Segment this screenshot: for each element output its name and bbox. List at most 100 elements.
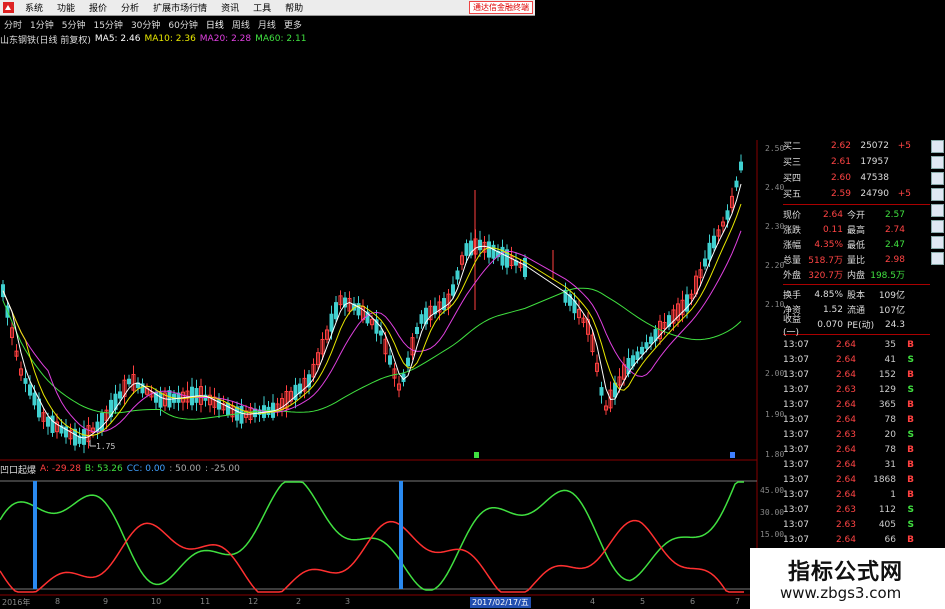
candle-body xyxy=(50,415,55,433)
ma5-label: MA5: 2.46 xyxy=(94,34,141,44)
candle-body xyxy=(464,243,469,256)
price-axis-label: 2.20 xyxy=(765,261,785,270)
candle-body xyxy=(32,392,37,406)
date-axis-label: 11 xyxy=(200,597,211,606)
quote-field-row: 总量 518.7万 量比 2.98 xyxy=(783,252,930,267)
period-tab-monthly[interactable]: 月线 xyxy=(254,18,280,31)
candle-body xyxy=(649,336,653,344)
price-axis-label: 2.50 xyxy=(765,144,785,153)
tool-icon[interactable] xyxy=(931,156,944,169)
ma-legend: 山东钢铁(日线 前复权) MA5: 2.46 MA10: 2.36 MA20: … xyxy=(0,33,310,46)
tool-icon[interactable] xyxy=(931,220,944,233)
tick-side: S xyxy=(907,504,914,515)
menu-item-analysis[interactable]: 分析 xyxy=(114,1,146,14)
field-value: 320.7万 xyxy=(808,271,843,281)
ma10-label: MA10: 2.36 xyxy=(144,34,196,44)
order-row: 买二 2.62 25072 +5 xyxy=(783,138,930,154)
tick-time: 13:07 xyxy=(783,354,809,365)
tool-icon[interactable] xyxy=(931,172,944,185)
field-label: 最高 xyxy=(847,226,866,236)
tick-time: 13:07 xyxy=(783,414,809,425)
field-label: 外盘 xyxy=(783,271,802,281)
tick-side: S xyxy=(907,354,914,365)
candle-body xyxy=(388,355,392,365)
field-value: 2.98 xyxy=(884,254,905,265)
field-value: 109亿 xyxy=(878,291,905,301)
menu-item-system[interactable]: 系统 xyxy=(18,1,50,14)
menu-item-function[interactable]: 功能 xyxy=(50,1,82,14)
candle-body xyxy=(226,402,230,416)
menu-item-extended-market[interactable]: 扩展市场行情 xyxy=(146,1,214,14)
menu-item-quote[interactable]: 报价 xyxy=(82,1,114,14)
indicator-axis-label: 45.00 xyxy=(760,486,785,495)
tick-list[interactable]: 13:07 2.64 35 B 13:07 2.64 41 S 13:07 2.64 152 B 13:… xyxy=(783,337,930,577)
tool-icon[interactable] xyxy=(931,252,944,265)
period-tab-1min[interactable]: 1分钟 xyxy=(26,18,58,31)
event-marker xyxy=(730,452,735,458)
tick-side: B xyxy=(907,489,914,500)
price-axis-label: 2.00 xyxy=(765,369,785,378)
candle-body xyxy=(46,416,50,427)
tick-row: 13:07 2.64 78 B xyxy=(783,442,930,457)
indicator-axis-label: 15.00 xyxy=(760,530,785,539)
tool-icon[interactable] xyxy=(931,140,944,153)
tick-row: 13:07 2.64 66 B xyxy=(783,532,930,547)
ad-banner[interactable]: 通达信金融终端 xyxy=(469,1,533,14)
quote-panel: 买二 2.62 25072 +5 买三 2.61 17957 买四 2.60 47538 买五… xyxy=(783,138,930,577)
period-tab-15min[interactable]: 15分钟 xyxy=(89,18,126,31)
indicator-level1-label: : 50.00 xyxy=(169,464,201,474)
tick-side: B xyxy=(907,399,914,410)
tool-icon[interactable] xyxy=(931,236,944,249)
tool-icon[interactable] xyxy=(931,188,944,201)
tick-price: 2.63 xyxy=(835,504,856,515)
menu-item-tools[interactable]: 工具 xyxy=(246,1,278,14)
tick-volume: 35 xyxy=(884,339,896,350)
order-row: 买四 2.60 47538 xyxy=(783,170,930,186)
field-label: 收益(一) xyxy=(783,314,802,338)
quote-fields-secondary: 换手 4.85% 股本 109亿 净资 1.52 流通 107亿 收益(一) 0.070 PE(动)… xyxy=(783,287,930,338)
tick-row: 13:07 2.64 41 S xyxy=(783,352,930,367)
tick-row: 13:07 2.64 365 B xyxy=(783,397,930,412)
indicator-b-label: B: 53.26 xyxy=(84,464,123,474)
field-label: 现价 xyxy=(783,211,802,221)
quote-field-row: 涨幅 4.35% 最低 2.47 xyxy=(783,237,930,252)
menu-item-news[interactable]: 资讯 xyxy=(214,1,246,14)
indicator-a-label: A: -29.28 xyxy=(40,464,81,474)
watermark-banner: 指标公式网 www.zbgs3.com xyxy=(750,548,945,609)
field-value: 4.35% xyxy=(814,239,843,250)
menu-item-help[interactable]: 帮助 xyxy=(278,1,310,14)
tool-icon[interactable] xyxy=(931,204,944,217)
divider xyxy=(783,204,930,205)
tick-price: 2.63 xyxy=(835,429,856,440)
period-tab-5min[interactable]: 5分钟 xyxy=(58,18,90,31)
tick-side: B xyxy=(907,459,914,470)
tick-time: 13:07 xyxy=(783,429,809,440)
period-tab-timeshare[interactable]: 分时 xyxy=(0,18,26,31)
period-tab-weekly[interactable]: 周线 xyxy=(228,18,254,31)
field-value: 1.52 xyxy=(822,304,843,315)
tick-price: 2.64 xyxy=(835,489,856,500)
period-tab-more[interactable]: 更多 xyxy=(280,18,306,31)
order-volume: 17957 xyxy=(860,156,889,167)
tick-time: 13:07 xyxy=(783,534,809,545)
order-price: 2.62 xyxy=(830,140,851,151)
quote-field-row: 换手 4.85% 股本 109亿 xyxy=(783,287,930,302)
field-value: 2.47 xyxy=(884,239,905,250)
date-axis-label: 6 xyxy=(690,597,696,606)
order-label: 买三 xyxy=(783,158,802,168)
tick-side: S xyxy=(907,384,914,395)
field-value: 0.11 xyxy=(822,224,843,235)
field-label: 总量 xyxy=(783,256,802,266)
tick-side: B xyxy=(907,369,914,380)
field-value: 198.5万 xyxy=(870,271,905,281)
tick-time: 13:07 xyxy=(783,399,809,410)
period-tab-60min[interactable]: 60分钟 xyxy=(164,18,201,31)
tick-row: 13:07 2.63 129 S xyxy=(783,382,930,397)
tick-row: 13:07 2.63 20 S xyxy=(783,427,930,442)
tick-volume: 78 xyxy=(884,414,896,425)
period-tab-30min[interactable]: 30分钟 xyxy=(127,18,164,31)
order-price: 2.61 xyxy=(830,156,851,167)
field-value: 2.57 xyxy=(884,209,905,220)
tick-price: 2.64 xyxy=(835,534,856,545)
period-tab-daily[interactable]: 日线 xyxy=(202,18,228,31)
